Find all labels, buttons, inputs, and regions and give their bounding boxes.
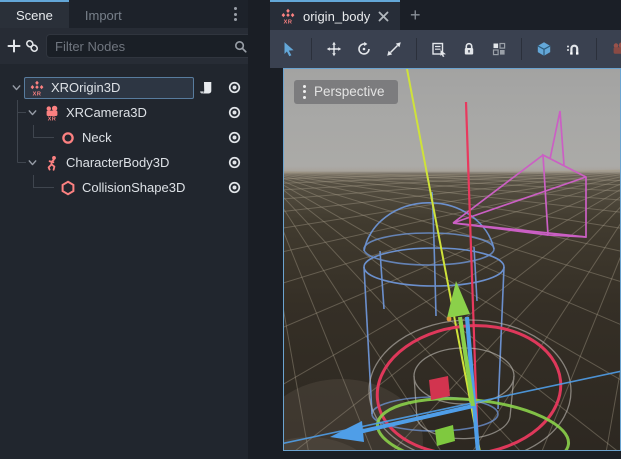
- tree-row-neck[interactable]: Neck: [0, 125, 248, 150]
- toolbar-separator: [596, 38, 597, 60]
- close-icon[interactable]: [377, 10, 390, 23]
- tab-scene[interactable]: Scene: [0, 0, 69, 28]
- chevron-down-icon[interactable]: [8, 81, 24, 94]
- chevron-down-icon[interactable]: [24, 106, 40, 119]
- godot-editor-window: Scene Import XR XROrigin3D XR XR: [0, 0, 621, 459]
- node-label: XROrigin3D: [51, 80, 120, 95]
- select-tool-button[interactable]: [276, 36, 302, 62]
- scene-dock: Scene Import XRXROrigin3DXRXR: [0, 0, 248, 459]
- add-node-button[interactable]: [6, 33, 22, 59]
- visibility-eye-icon[interactable]: [220, 180, 248, 195]
- node-label: CharacterBody3D: [66, 155, 169, 170]
- filter-nodes-box: [46, 34, 255, 58]
- tree-row-xrcamera3d[interactable]: XR XRCamera3D: [0, 100, 248, 125]
- xr-camera-icon: XR: [44, 105, 60, 121]
- toolbar-separator: [311, 38, 312, 60]
- svg-text:XR: XR: [33, 91, 42, 96]
- visibility-eye-icon[interactable]: [220, 155, 248, 170]
- svg-text:XR: XR: [284, 19, 293, 24]
- scene-tree: XR XROrigin3D XR XRCamera3D Neck CharacterBod…: [0, 64, 248, 200]
- scene-toolbar: [0, 28, 248, 64]
- node-label-area[interactable]: XR XRCamera3D: [40, 102, 194, 124]
- instance-scene-button[interactable]: [24, 33, 40, 59]
- tab-bar-spacer: [138, 0, 226, 28]
- node-label: Neck: [82, 130, 112, 145]
- tree-row-xrorigin3d[interactable]: XR XROrigin3D: [0, 75, 248, 100]
- filter-nodes-input[interactable]: [53, 38, 233, 55]
- svg-text:XR: XR: [48, 116, 57, 120]
- viewport-3d[interactable]: Perspective: [283, 68, 621, 451]
- lock-tool-button[interactable]: [456, 36, 482, 62]
- script-icon[interactable]: [194, 80, 220, 96]
- scene-tab-bar: XR origin_body +: [270, 0, 621, 30]
- node-label-area[interactable]: Neck: [56, 127, 194, 149]
- main-editor-area: XR origin_body +: [248, 0, 621, 459]
- selected-node-name-field[interactable]: XR XROrigin3D: [24, 77, 194, 99]
- scene-tab-origin-body[interactable]: XR origin_body: [270, 0, 400, 30]
- list-select-tool-button[interactable]: [426, 36, 452, 62]
- dock-tab-bar: Scene Import: [0, 0, 248, 28]
- character-body-icon: [44, 155, 60, 171]
- tree-row-collisionshape3d[interactable]: CollisionShape3D: [0, 175, 248, 200]
- xr-origin-icon: XR: [29, 80, 45, 96]
- perspective-dots-icon: [303, 85, 306, 99]
- local-space-tool-button[interactable]: [531, 36, 557, 62]
- toolbar-separator: [521, 38, 522, 60]
- scale-tool-button[interactable]: [381, 36, 407, 62]
- dock-menu-icon[interactable]: [226, 0, 244, 28]
- tree-row-characterbody3d[interactable]: CharacterBody3D: [0, 150, 248, 175]
- snap-tool-button[interactable]: [561, 36, 587, 62]
- viewport-toolbar: [270, 30, 621, 68]
- perspective-menu-button[interactable]: Perspective: [294, 80, 398, 104]
- tab-import[interactable]: Import: [69, 0, 138, 28]
- move-tool-button[interactable]: [321, 36, 347, 62]
- amber-marker-dot: [447, 317, 452, 322]
- perspective-label: Perspective: [314, 84, 385, 99]
- rotate-tool-button[interactable]: [351, 36, 377, 62]
- visibility-eye-icon[interactable]: [220, 130, 248, 145]
- scene-tab-label: origin_body: [303, 9, 370, 24]
- visibility-eye-icon[interactable]: [220, 105, 248, 120]
- node-label-area[interactable]: CollisionShape3D: [56, 177, 194, 199]
- collision-shape-icon: [60, 180, 76, 196]
- search-icon: [233, 39, 248, 54]
- gizmo-plane-handle-red[interactable]: [429, 376, 450, 400]
- node-label: XRCamera3D: [66, 105, 147, 120]
- toolbar-separator: [416, 38, 417, 60]
- xr-origin-icon: XR: [280, 8, 296, 24]
- group-tool-button[interactable]: [486, 36, 512, 62]
- gizmo-plane-handle-green[interactable]: [435, 425, 455, 446]
- chevron-down-icon[interactable]: [24, 156, 40, 169]
- ring-icon: [60, 130, 76, 146]
- node-label: CollisionShape3D: [82, 180, 185, 195]
- camera-preview-tool-button[interactable]: [606, 36, 621, 62]
- new-tab-button[interactable]: +: [400, 0, 430, 30]
- visibility-eye-icon[interactable]: [220, 80, 248, 95]
- node-label-area[interactable]: CharacterBody3D: [40, 152, 194, 174]
- viewport-canvas[interactable]: [284, 69, 621, 451]
